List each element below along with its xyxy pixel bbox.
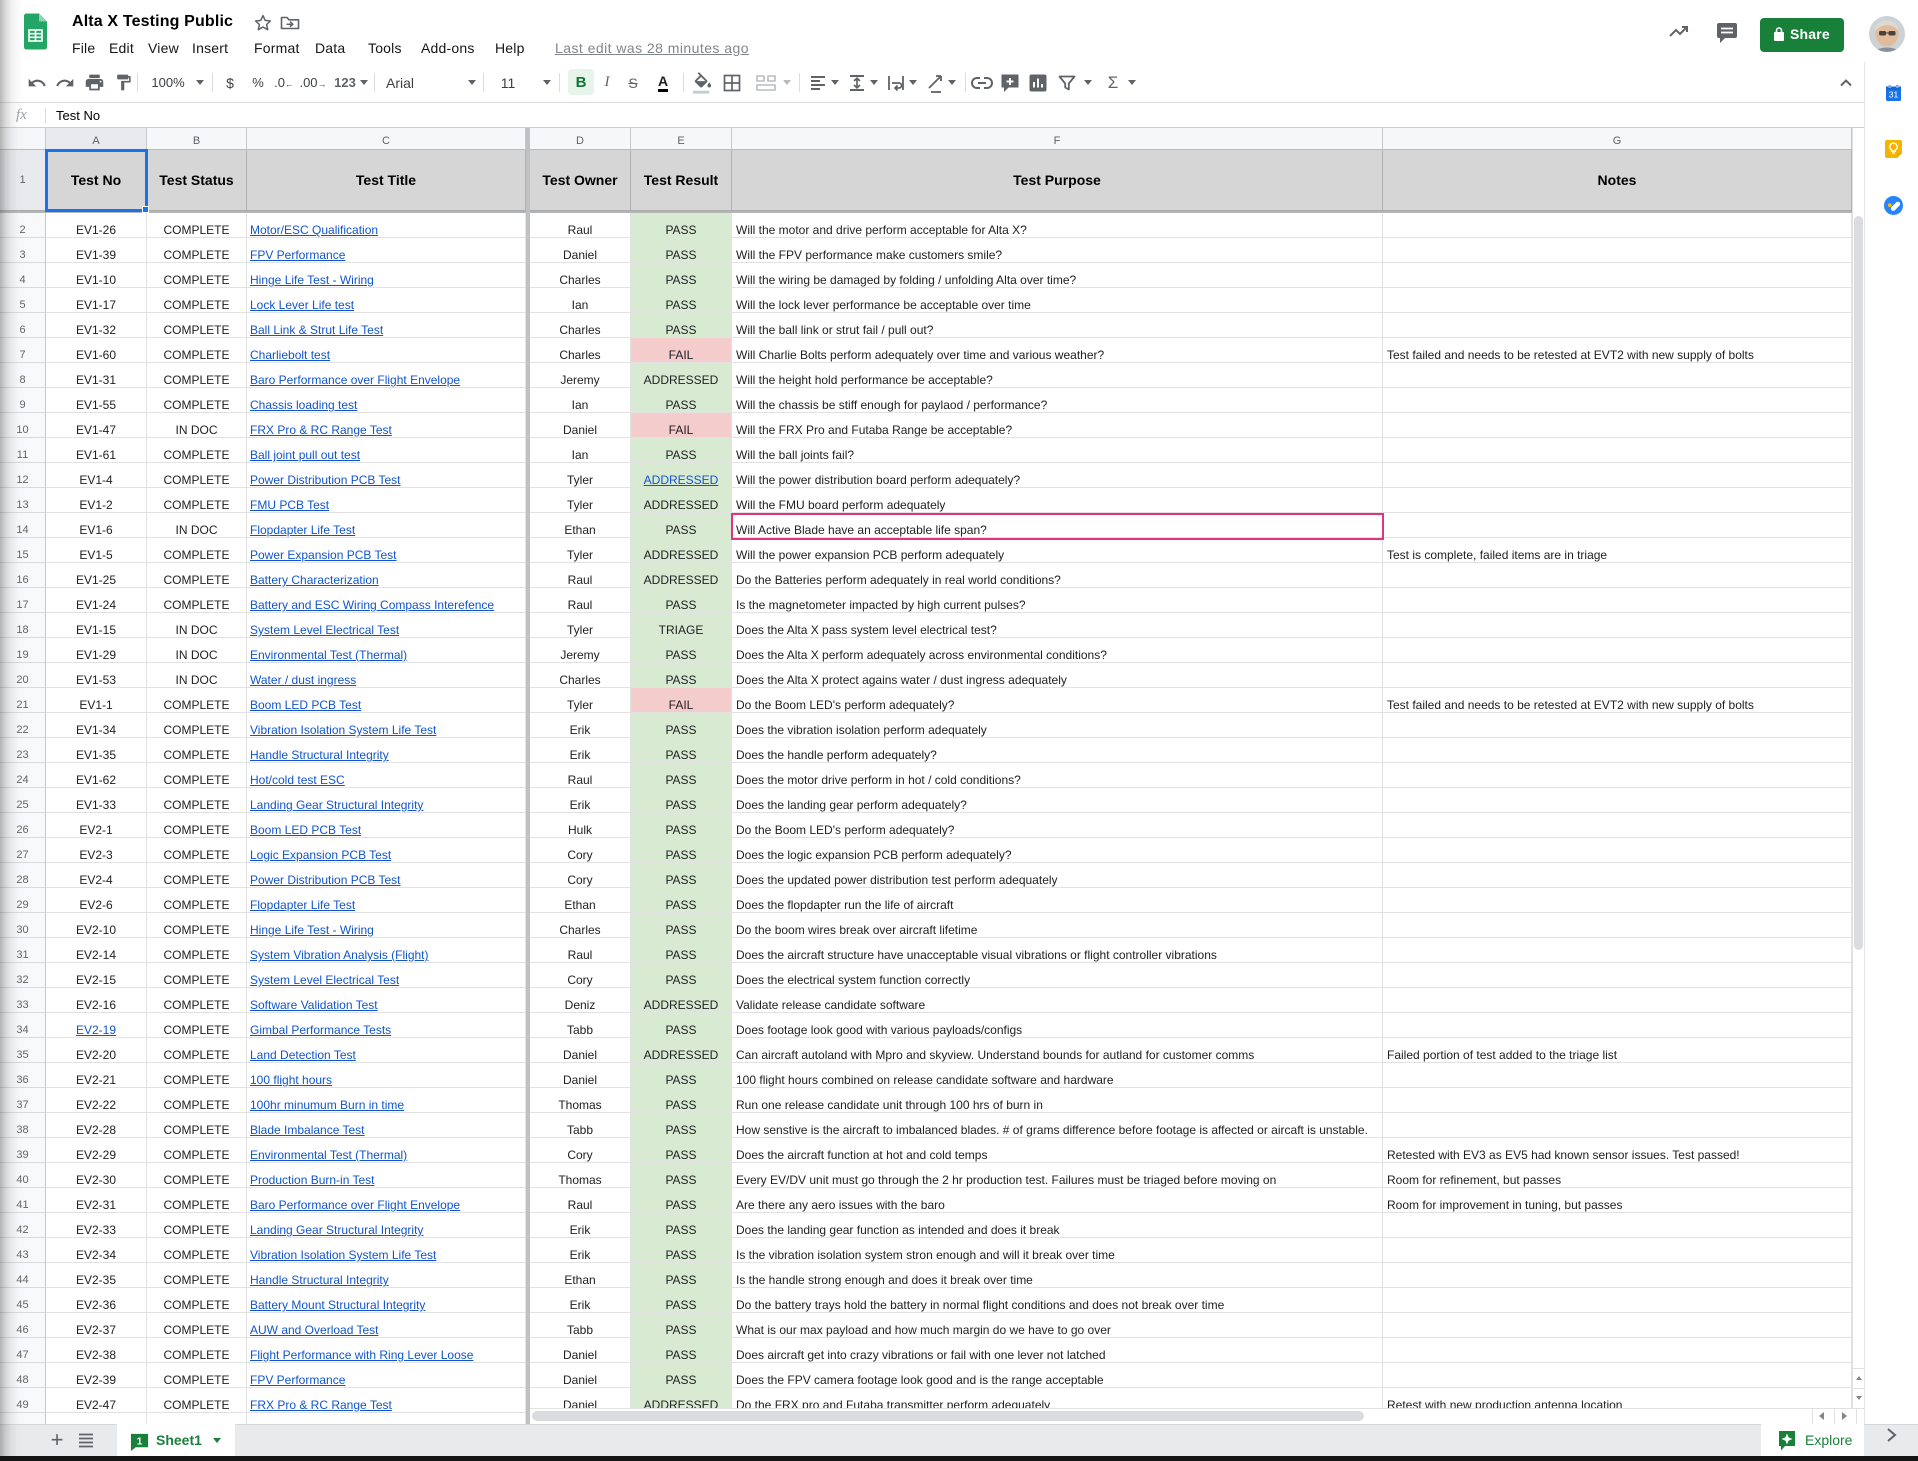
svg-text:31: 31: [1889, 90, 1899, 100]
svg-text:1: 1: [137, 1436, 143, 1447]
